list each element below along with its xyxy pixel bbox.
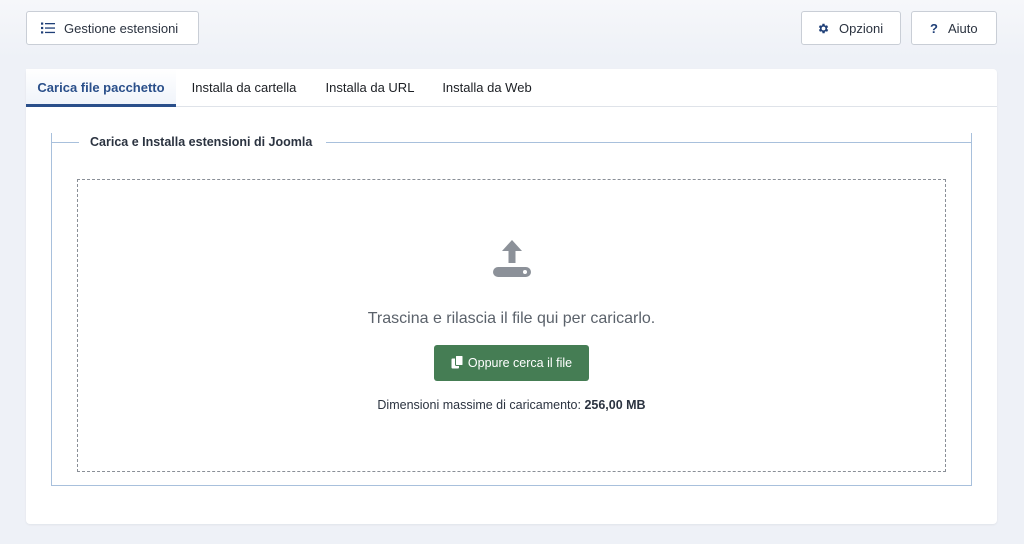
tab-upload-package[interactable]: Carica file pacchetto [26, 69, 176, 107]
options-label: Opzioni [839, 20, 884, 36]
tab-install-from-folder[interactable]: Installa da cartella [176, 69, 312, 107]
gear-icon [817, 22, 830, 35]
tab-install-from-web[interactable]: Installa da Web [428, 69, 546, 107]
drop-instructions: Trascina e rilascia il file qui per cari… [367, 310, 656, 327]
manage-extensions-label: Gestione estensioni [64, 20, 179, 36]
manage-extensions-button[interactable]: Gestione estensioni [26, 11, 199, 45]
copy-icon [451, 354, 464, 372]
drop-zone[interactable]: Trascina e rilascia il file qui per cari… [77, 179, 946, 472]
max-upload-size: Dimensioni massime di caricamento: 256,0… [78, 398, 945, 412]
question-icon: ? [930, 20, 938, 36]
fieldset-border-left [51, 142, 79, 143]
help-button[interactable]: ? Aiuto [911, 11, 997, 45]
help-label: Aiuto [948, 20, 978, 36]
upload-icon [491, 237, 533, 284]
fieldset-border-right [326, 142, 972, 143]
options-button[interactable]: Opzioni [801, 11, 901, 45]
browse-file-button[interactable]: Oppure cerca il file [434, 345, 589, 381]
max-size-label: Dimensioni massime di caricamento: [377, 398, 581, 412]
tab-install-from-url[interactable]: Installa da URL [312, 69, 428, 107]
list-icon [41, 22, 55, 34]
toolbar: Gestione estensioni Opzioni ? Aiuto [0, 0, 1024, 58]
browse-file-label: Oppure cerca il file [467, 356, 573, 370]
fieldset-legend: Carica e Installa estensioni di Joomla [90, 135, 313, 149]
installer-card: Carica file pacchetto Installa da cartel… [26, 69, 997, 524]
max-size-value: 256,00 MB [584, 398, 646, 412]
tab-bar: Carica file pacchetto Installa da cartel… [26, 69, 997, 107]
